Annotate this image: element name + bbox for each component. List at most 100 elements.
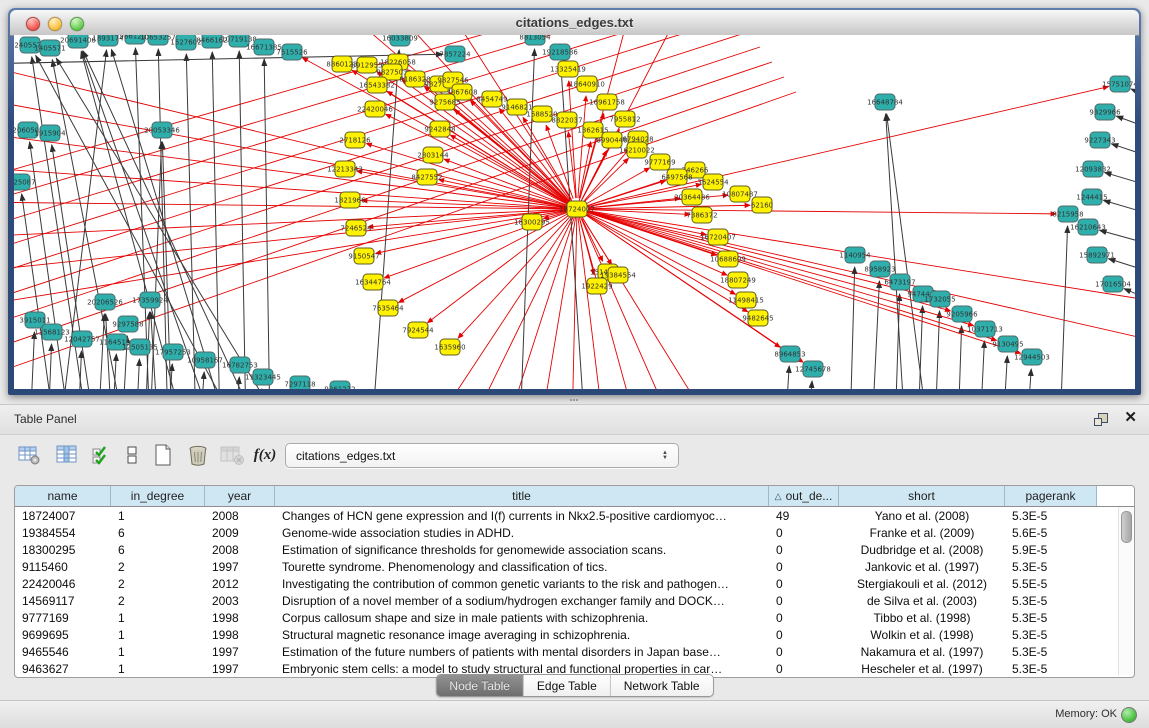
graph-node[interactable]: 1635960 [434,339,465,355]
graph-node[interactable]: 20691406 [60,35,96,48]
create-table-button[interactable] [150,442,176,468]
column-header-name[interactable]: name [15,486,111,506]
graph-node[interactable]: 12944503 [1014,349,1050,365]
column-header-pagerank[interactable]: pagerank [1005,486,1097,506]
graph-node[interactable]: 8958923 [864,261,895,277]
graph-node[interactable]: 12093832 [1075,161,1111,177]
table-row[interactable]: 1872400712008Changes of HCN gene express… [15,507,1134,524]
graph-node[interactable]: 22420046 [357,101,393,117]
graph-node[interactable]: 16033809 [382,35,418,46]
graph-node[interactable]: 7386372 [686,207,717,223]
table-row[interactable]: 946554611997Estimation of the future num… [15,643,1134,660]
graph-node[interactable]: 6473197 [884,274,915,290]
graph-node[interactable]: 9130495 [992,336,1023,352]
table-cell: 5.5E-5 [1005,577,1097,591]
column-header-in-degree[interactable]: in_degree [111,486,205,506]
graph-node[interactable]: 20364486 [674,189,710,205]
graph-node[interactable]: 10371713 [967,321,1003,337]
graph-node[interactable]: 15892971 [1079,247,1115,263]
table-cell: 2 [111,594,205,608]
function-builder-button[interactable]: f(x) [252,442,278,468]
minimize-window-button[interactable] [48,17,62,31]
table-row[interactable]: 969969511998Structural magnetic resonanc… [15,626,1134,643]
graph-node[interactable]: 10958167 [187,352,223,368]
zoom-window-button[interactable] [70,17,84,31]
svg-text:2325087: 2325087 [14,179,36,187]
graph-node[interactable]: 16961758 [589,94,625,110]
graph-node[interactable]: 9297588 [112,316,143,332]
scrollbar-thumb[interactable] [1121,511,1132,543]
memory-status-icon[interactable] [1121,707,1137,723]
column-header-short[interactable]: short [839,486,1005,506]
graph-node[interactable]: 7297118 [284,376,315,389]
table-selector-dropdown[interactable]: citations_edges.txt ▲▼ [285,443,679,468]
graph-node[interactable]: 1140954 [839,247,871,263]
graph-node[interactable]: 17359924 [132,292,168,308]
network-window-titlebar[interactable]: citations_edges.txt [10,10,1139,36]
network-canvas[interactable]: 2405574140557120691406189317498612051065… [14,35,1135,389]
graph-node[interactable]: 8215958 [1052,206,1083,222]
table-cell: Estimation of significance thresholds fo… [275,543,769,557]
graph-node[interactable]: 12745678 [795,361,831,377]
table-options-button[interactable] [16,442,42,468]
table-row[interactable]: 1830029562008Estimation of significance … [15,541,1134,558]
graph-node[interactable]: 9777169 [644,154,675,170]
vertical-scrollbar[interactable] [1118,507,1133,675]
graph-node[interactable]: 15751074 [1102,76,1135,92]
tab-node-table[interactable]: Node Table [436,675,524,696]
close-panel-button[interactable]: ✕ [1124,410,1137,426]
table-row[interactable]: 911546021997Tourette syndrome. Phenomeno… [15,558,1134,575]
table-row[interactable]: 977716911998Corpus callosum shape and si… [15,609,1134,626]
column-header-out-de-[interactable]: △out_de... [769,486,839,506]
graph-node[interactable]: 16344764 [355,274,391,290]
graph-node[interactable]: 7246524 [340,220,372,236]
graph-node[interactable]: 9329966 [1089,104,1121,120]
graph-node[interactable]: 1244415 [1076,189,1107,205]
table-cell: de Silva et al. (2003) [839,594,1005,608]
graph-node[interactable]: 12213343 [327,161,363,177]
select-columns-button[interactable] [89,442,115,468]
graph-node[interactable]: 20206526 [87,294,123,310]
svg-text:7955812: 7955812 [609,116,640,124]
tab-network-table[interactable]: Network Table [611,675,713,696]
graph-node[interactable]: 9227343 [1084,132,1115,148]
graph-node[interactable]: 16720407 [700,229,736,245]
table-row[interactable]: 1456911722003Disruption of a novel membe… [15,592,1134,609]
graph-node[interactable]: 8964853 [774,346,805,362]
graph-node[interactable]: 2325087 [14,174,36,190]
graph-node[interactable]: 62160 [751,197,773,213]
close-window-button[interactable] [26,17,40,31]
svg-text:17016504: 17016504 [1095,281,1131,289]
panel-splitter[interactable] [0,395,1149,404]
graph-node[interactable]: 13325419 [550,61,586,77]
graph-node[interactable]: 16782753 [222,357,258,373]
import-table-button[interactable] [219,442,245,468]
show-columns-button[interactable] [54,442,80,468]
graph-node[interactable]: 8813054 [519,35,551,45]
graph-node[interactable]: 7955812 [609,111,640,127]
graph-node[interactable]: 7924544 [402,322,434,338]
graph-node[interactable]: 11498415 [728,292,764,308]
graph-node[interactable]: 9205966 [946,306,978,322]
column-header-title[interactable]: title [275,486,769,506]
table-cell: Jankovic et al. (1997) [839,560,1005,574]
table-row[interactable]: 2242004622012Investigating the contribut… [15,575,1134,592]
graph-node[interactable]: 9150547 [348,248,379,264]
graph-node[interactable]: 16648784 [867,94,903,110]
svg-text:11323445: 11323445 [245,374,281,382]
table-row[interactable]: 1938455462009Genome-wide association stu… [15,524,1134,541]
delete-table-button[interactable] [185,442,211,468]
row-height-button[interactable] [119,442,145,468]
graph-node[interactable]: 19218586 [542,44,578,60]
float-panel-button[interactable] [1093,411,1109,427]
tab-edge-table[interactable]: Edge Table [524,675,611,696]
splitter-handle-icon[interactable] [569,397,579,403]
graph-node[interactable]: 18640910 [569,76,605,92]
graph-node[interactable]: 11323445 [245,369,281,385]
graph-node[interactable]: 20053346 [144,122,180,138]
graph-node[interactable]: 9361272 [324,381,355,389]
graph-node[interactable]: 9482645 [742,310,773,326]
graph-node[interactable]: 8427552 [411,169,442,185]
graph-node[interactable]: 2718126 [339,132,371,148]
column-header-year[interactable]: year [205,486,275,506]
